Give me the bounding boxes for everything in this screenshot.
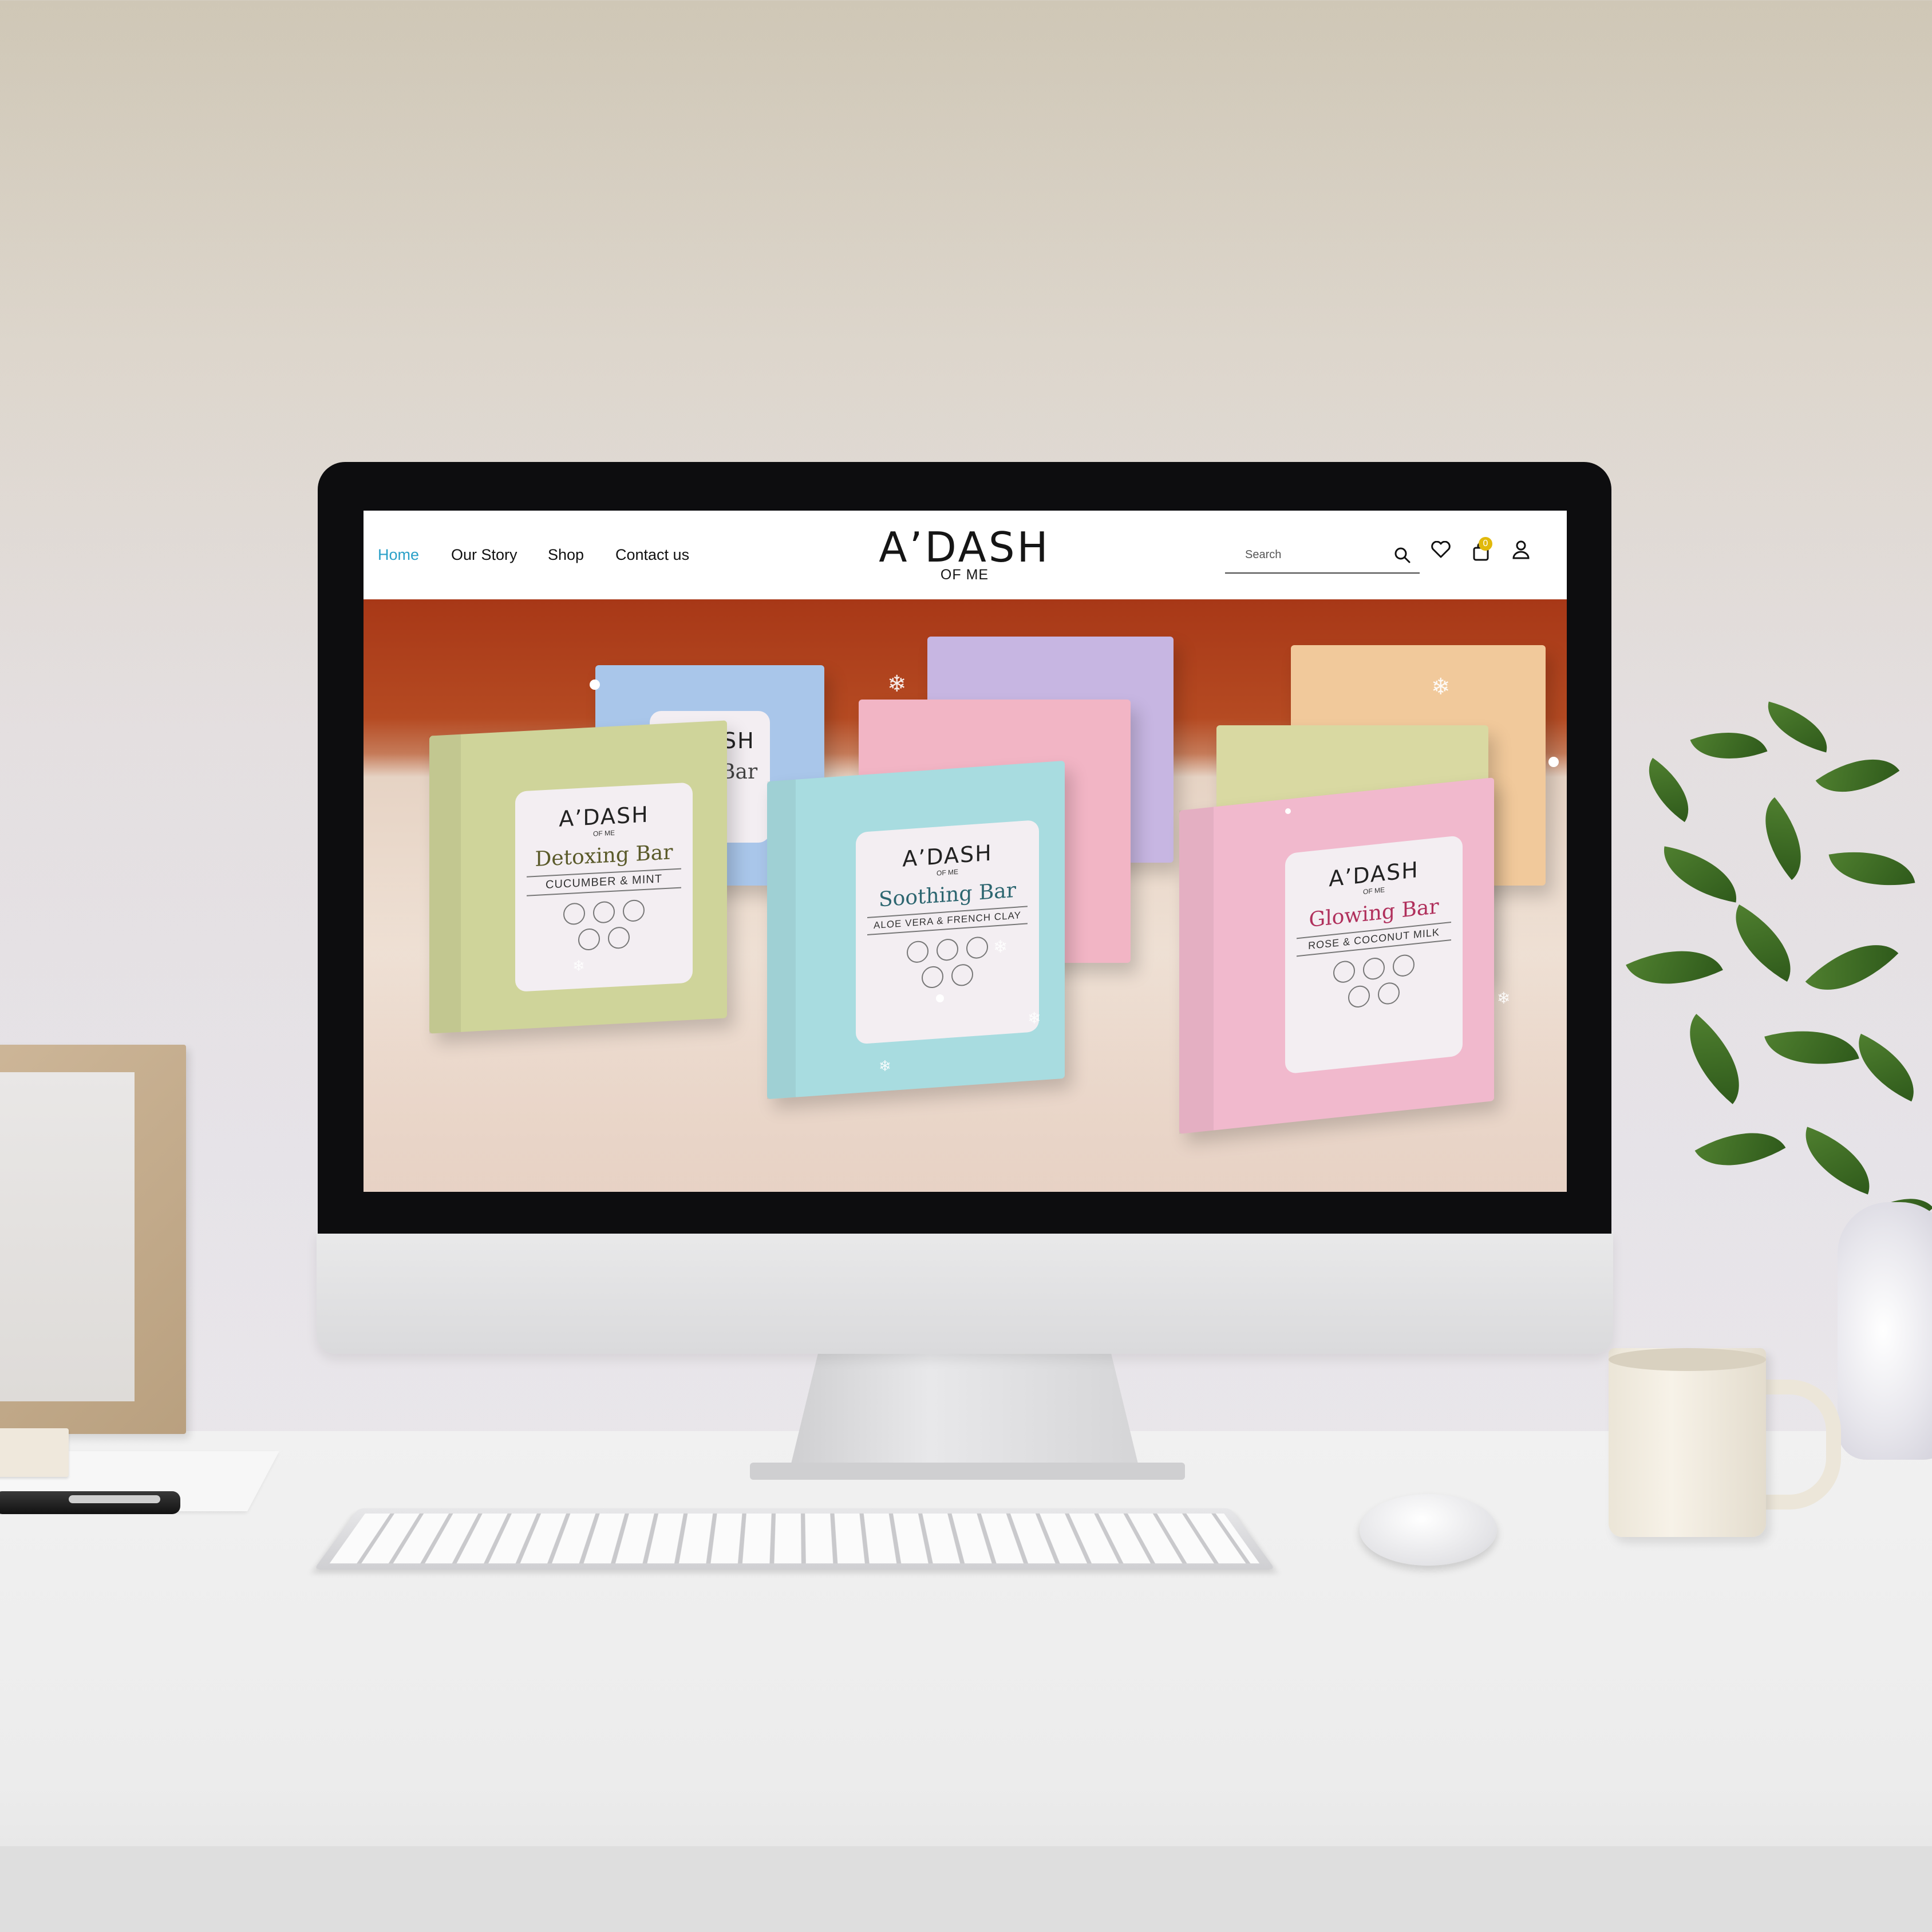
keyboard-keys (329, 1513, 1260, 1564)
product-box-detoxing-bar: A’DASH OF ME Detoxing Bar CUCUMBER & MIN… (429, 720, 727, 1034)
mug (1609, 1348, 1766, 1537)
product-box-glowing-bar: A’DASH OF ME Glowing Bar ROSE & COCONUT … (1179, 777, 1494, 1134)
hero-banner: A’DASH Silky Bar A’DASH OF ME Detoxing B… (364, 599, 1567, 1192)
nav-contact-us[interactable]: Contact us (615, 546, 689, 564)
vase (1838, 1202, 1932, 1460)
nav-shop[interactable]: Shop (548, 546, 584, 564)
logo-tagline: OF ME (940, 567, 989, 583)
snow-dot (1548, 757, 1559, 767)
mug-rim (1609, 1348, 1766, 1371)
monitor-chin (317, 1231, 1613, 1354)
plant (1614, 701, 1932, 1277)
search-input[interactable] (1225, 543, 1401, 567)
snowflake-icon: ❄ (1028, 1009, 1041, 1027)
snowflake-icon: ❄ (572, 957, 585, 974)
search-icon[interactable] (1391, 544, 1414, 567)
user-icon[interactable] (1508, 537, 1534, 562)
search-bar (1225, 538, 1420, 574)
nav-our-story[interactable]: Our Story (451, 546, 517, 564)
product-box-soothing-bar: A’DASH OF ME Soothing Bar ALOE VERA & FR… (767, 760, 1065, 1100)
picture-frame-inner (0, 1072, 135, 1401)
site-header: Home Our Story Shop Contact us A’DASH OF… (364, 511, 1567, 599)
monitor-stand (790, 1354, 1139, 1468)
product-subtitle: CUCUMBER & MINT (527, 868, 681, 896)
snow-dot (1285, 808, 1291, 814)
snowflake-icon: ❄ (1497, 989, 1511, 1007)
desk-edge (0, 1846, 1932, 1932)
snowflake-icon: ❄ (887, 671, 907, 697)
snowflake-icon: ❄ (879, 1057, 891, 1074)
nav-home[interactable]: Home (378, 546, 419, 564)
monitor-stand-base (750, 1463, 1185, 1480)
picture-frame (0, 1045, 186, 1434)
logo-wordmark: A’DASH (879, 523, 1050, 571)
product-name: Detoxing Bar (535, 840, 673, 871)
pen-clip (69, 1495, 160, 1503)
snow-dot (590, 679, 600, 690)
notebook (0, 1428, 69, 1477)
heart-icon[interactable] (1428, 537, 1453, 562)
snow-dot (936, 994, 944, 1002)
mouse (1360, 1494, 1497, 1566)
snowflake-icon: ❄ (993, 938, 1008, 957)
website-screen: Home Our Story Shop Contact us A’DASH OF… (364, 511, 1567, 1192)
cart-count-badge: 0 (1479, 537, 1492, 551)
keyboard (314, 1508, 1275, 1570)
snowflake-icon: ❄ (1431, 674, 1451, 700)
